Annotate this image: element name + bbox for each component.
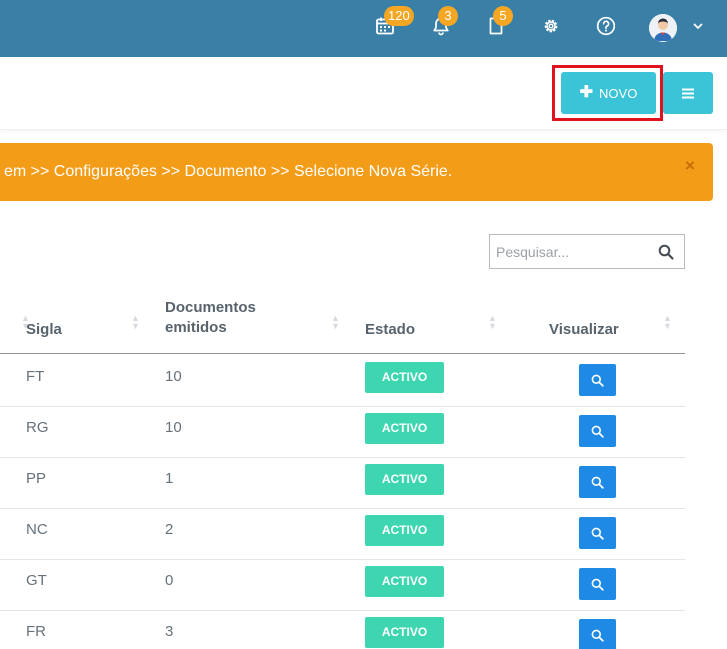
gear-icon bbox=[544, 19, 558, 33]
sort-icon[interactable]: ▲ ▼ bbox=[488, 314, 497, 331]
status-badge: ACTIVO bbox=[365, 464, 444, 495]
cell-documentos: 10 bbox=[165, 419, 182, 436]
notifications-badge: 3 bbox=[438, 6, 458, 26]
new-button-label: NOVO bbox=[599, 85, 638, 101]
top-navbar: 120 3 5 bbox=[0, 0, 727, 57]
plus-icon: ✚ bbox=[579, 84, 594, 101]
row-divider bbox=[0, 559, 685, 560]
search-icon[interactable] bbox=[658, 244, 674, 260]
alert-text: em >> Configurações >> Documento >> Sele… bbox=[4, 163, 453, 180]
view-button[interactable] bbox=[579, 364, 616, 396]
status-badge: ACTIVO bbox=[365, 515, 444, 546]
sort-icon[interactable]: ▲ ▼ bbox=[131, 314, 140, 331]
row-divider bbox=[0, 508, 685, 509]
status-badge: ACTIVO bbox=[365, 413, 444, 444]
documents-badge: 5 bbox=[493, 6, 513, 26]
cell-documentos: 0 bbox=[165, 572, 174, 589]
view-button[interactable] bbox=[579, 466, 616, 498]
sort-icon[interactable]: ▲ ▼ bbox=[331, 314, 340, 331]
cell-sigla: PP bbox=[26, 470, 47, 487]
alert-close-button[interactable]: × bbox=[683, 157, 697, 174]
column-header-documentos-line1: Documentos bbox=[165, 299, 256, 316]
warning-alert: em >> Configurações >> Documento >> Sele… bbox=[0, 143, 713, 201]
search-box bbox=[489, 234, 685, 269]
status-badge: ACTIVO bbox=[365, 617, 444, 648]
help-icon bbox=[596, 16, 616, 36]
row-divider bbox=[0, 457, 685, 458]
chevron-down-icon[interactable] bbox=[692, 20, 704, 32]
notifications-button[interactable]: 3 bbox=[429, 6, 458, 38]
documents-button[interactable]: 5 bbox=[484, 6, 513, 38]
menu-button[interactable] bbox=[663, 72, 713, 114]
cell-documentos: 1 bbox=[165, 470, 174, 487]
search-input[interactable] bbox=[490, 235, 650, 268]
search-icon bbox=[591, 527, 604, 540]
cell-sigla: FR bbox=[26, 623, 46, 640]
status-badge: ACTIVO bbox=[365, 362, 444, 393]
column-header-estado[interactable]: Estado bbox=[365, 320, 415, 340]
calendar-badge: 120 bbox=[384, 6, 414, 26]
help-button[interactable] bbox=[594, 14, 618, 38]
column-header-documentos-line2: emitidos bbox=[165, 319, 227, 336]
search-icon bbox=[591, 476, 604, 489]
row-divider bbox=[0, 406, 685, 407]
column-header-visualizar[interactable]: Visualizar bbox=[549, 320, 619, 340]
user-avatar[interactable] bbox=[649, 14, 677, 42]
cell-sigla: RG bbox=[26, 419, 49, 436]
view-button[interactable] bbox=[579, 517, 616, 549]
user-avatar-icon bbox=[649, 14, 677, 42]
status-badge: ACTIVO bbox=[365, 566, 444, 597]
calendar-button[interactable]: 120 bbox=[373, 6, 414, 38]
cell-sigla: NC bbox=[26, 521, 48, 538]
cell-sigla: FT bbox=[26, 368, 45, 385]
row-divider bbox=[0, 610, 685, 611]
sort-icon[interactable]: ▲ ▼ bbox=[663, 314, 672, 331]
cell-sigla: GT bbox=[26, 572, 47, 589]
settings-button[interactable] bbox=[539, 14, 563, 38]
cell-documentos: 3 bbox=[165, 623, 174, 640]
new-button[interactable]: ✚ NOVO bbox=[561, 72, 656, 114]
view-button[interactable] bbox=[579, 568, 616, 600]
search-icon bbox=[591, 425, 604, 438]
column-header-sigla[interactable]: Sigla bbox=[26, 320, 62, 340]
column-header-documentos[interactable]: Documentos emitidos bbox=[165, 298, 256, 338]
search-icon bbox=[591, 578, 604, 591]
view-button[interactable] bbox=[579, 619, 616, 649]
cell-documentos: 2 bbox=[165, 521, 174, 538]
search-icon bbox=[591, 629, 604, 642]
table-header-divider bbox=[0, 353, 685, 354]
search-icon bbox=[591, 374, 604, 387]
hamburger-icon bbox=[682, 88, 694, 98]
cell-documentos: 10 bbox=[165, 368, 182, 385]
view-button[interactable] bbox=[579, 415, 616, 447]
